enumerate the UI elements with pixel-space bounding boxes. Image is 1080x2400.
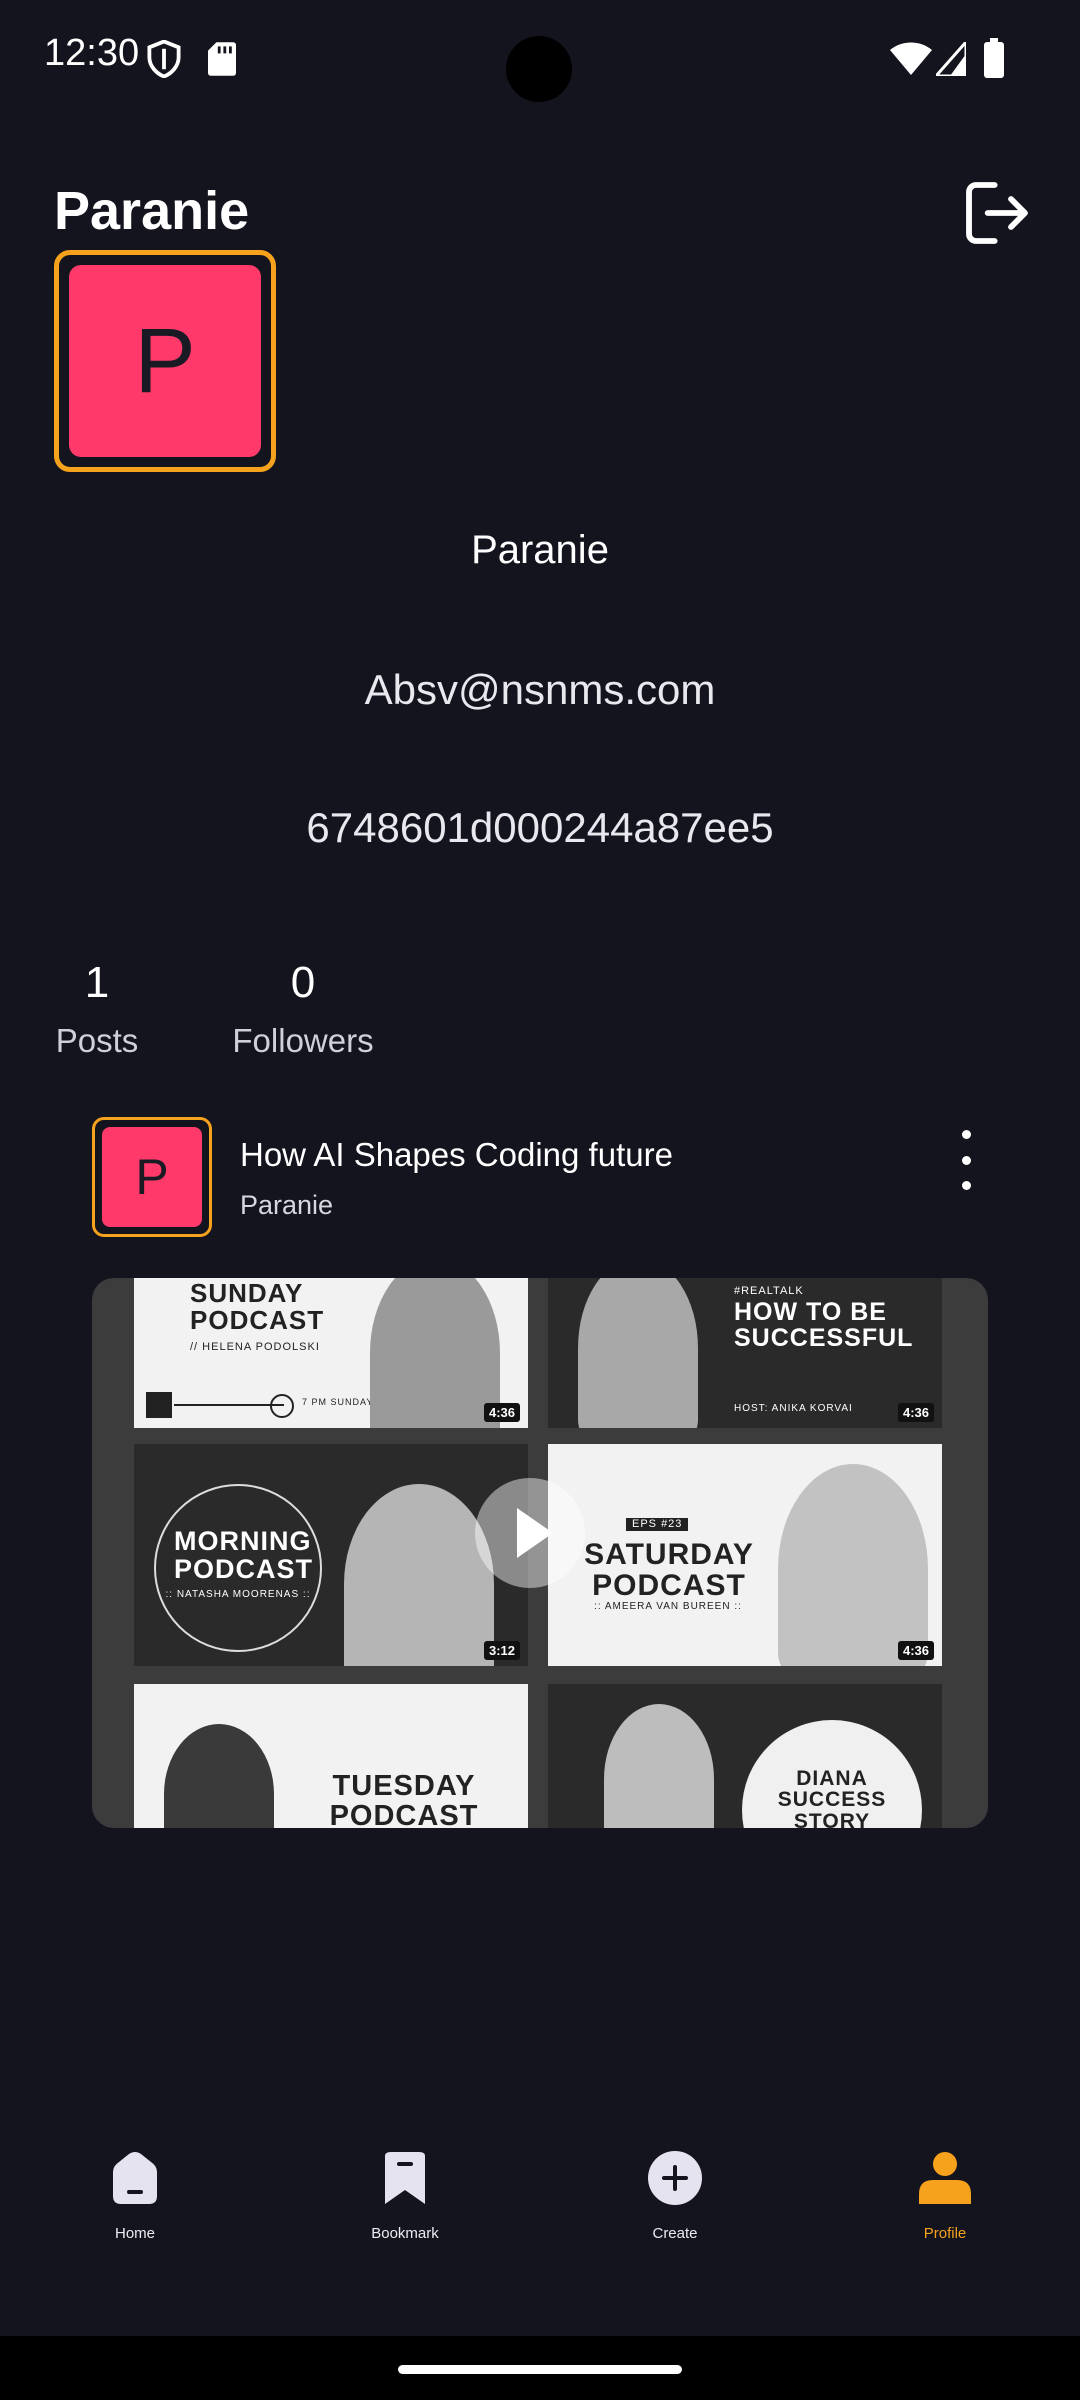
posts-label: Posts xyxy=(55,1022,139,1059)
profile-avatar: P xyxy=(54,250,276,472)
nav-home[interactable]: Home xyxy=(65,2150,205,2242)
wifi-icon xyxy=(890,42,932,75)
play-icon[interactable] xyxy=(475,1478,585,1588)
stat-posts: 1 Posts xyxy=(54,958,140,1060)
signal-icon xyxy=(936,42,966,76)
nav-home-label: Home xyxy=(114,2225,155,2242)
camera-cutout xyxy=(506,36,572,102)
status-time: 12:30 xyxy=(44,32,140,74)
tile-subtitle: :: NATASHA MOORENAS :: xyxy=(165,1589,311,1600)
tile-title: TUESDAY PODCAST xyxy=(329,1770,479,1828)
followers-label: Followers xyxy=(232,1022,374,1059)
sd-card-icon xyxy=(208,42,236,76)
add-circle-icon xyxy=(648,2151,702,2205)
media-tile: TUESDAY PODCAST xyxy=(134,1684,528,1828)
nav-profile[interactable]: Profile xyxy=(875,2150,1015,2242)
tile-subtitle: :: AMEERA VAN BUREEN :: xyxy=(594,1601,742,1612)
profile-id: 6748601d000244a87ee5 xyxy=(306,804,774,851)
followers-count: 0 xyxy=(290,958,316,1007)
tile-title: HOW TO BE SUCCESSFUL xyxy=(734,1298,914,1352)
profile-email: Absv@nsnms.com xyxy=(364,666,716,713)
photo-person xyxy=(578,1278,698,1428)
stat-followers: 0 Followers xyxy=(228,958,378,1060)
page-title: Paranie xyxy=(54,181,250,241)
duration-badge: 4:36 xyxy=(897,1403,934,1422)
posts-count: 1 xyxy=(84,958,110,1007)
logout-icon[interactable] xyxy=(962,178,1032,248)
duration-badge: 4:36 xyxy=(897,1641,934,1660)
media-tile: EPS #23 SATURDAY PODCAST :: AMEERA VAN B… xyxy=(548,1444,942,1666)
post-author-avatar[interactable]: P xyxy=(92,1117,212,1237)
shield-icon xyxy=(147,40,181,78)
tile-title: SUNDAY PODCAST xyxy=(190,1278,325,1335)
duration-badge: 4:36 xyxy=(483,1403,520,1422)
profile-name: Paranie xyxy=(471,528,609,572)
media-tile: #REALTALK HOW TO BE SUCCESSFUL HOST: ANI… xyxy=(548,1278,942,1428)
photo-person xyxy=(164,1724,274,1828)
nav-bookmark[interactable]: Bookmark xyxy=(335,2150,475,2242)
avatar-letter: P xyxy=(69,265,261,457)
media-tile: MORNING PODCAST :: NATASHA MOORENAS :: 3… xyxy=(134,1444,528,1666)
more-options-icon[interactable] xyxy=(948,1130,984,1190)
nav-profile-label: Profile xyxy=(923,2225,967,2242)
photo-person xyxy=(370,1278,500,1428)
nav-bookmark-label: Bookmark xyxy=(371,2225,439,2242)
post-author[interactable]: Paranie xyxy=(240,1190,333,1221)
battery-icon xyxy=(984,38,1004,78)
post-media[interactable]: SUNDAY PODCAST // HELENA PODOLSKI 7 PM S… xyxy=(92,1278,988,1828)
tile-tag: EPS #23 xyxy=(626,1518,689,1532)
post-title[interactable]: How AI Shapes Coding future xyxy=(240,1136,673,1174)
tile-subtitle: HOST: ANIKA KORVAI xyxy=(734,1403,853,1414)
post-avatar-letter: P xyxy=(102,1127,202,1227)
tile-title: DIANA SUCCESS STORY xyxy=(777,1767,887,1828)
photo-person xyxy=(344,1484,494,1666)
media-tile: DIANA SUCCESS STORY xyxy=(548,1684,942,1828)
tile-subtitle: // HELENA PODOLSKI xyxy=(190,1341,320,1353)
person-icon xyxy=(919,2152,971,2204)
bookmark-icon xyxy=(385,2152,425,2204)
tile-title: MORNING PODCAST xyxy=(174,1526,314,1584)
nav-create[interactable]: Create xyxy=(605,2150,745,2242)
home-icon xyxy=(113,2152,157,2204)
photo-person xyxy=(778,1464,928,1666)
duration-badge: 3:12 xyxy=(483,1641,520,1660)
tile-title: SATURDAY PODCAST xyxy=(584,1538,754,1602)
photo-person xyxy=(604,1704,714,1828)
media-tile: SUNDAY PODCAST // HELENA PODOLSKI 7 PM S… xyxy=(134,1278,528,1428)
tile-tag: #REALTALK xyxy=(734,1285,804,1297)
nav-create-label: Create xyxy=(652,2225,698,2242)
tile-extra: 7 PM SUNDAY xyxy=(302,1397,374,1407)
gesture-handle[interactable] xyxy=(398,2365,682,2374)
